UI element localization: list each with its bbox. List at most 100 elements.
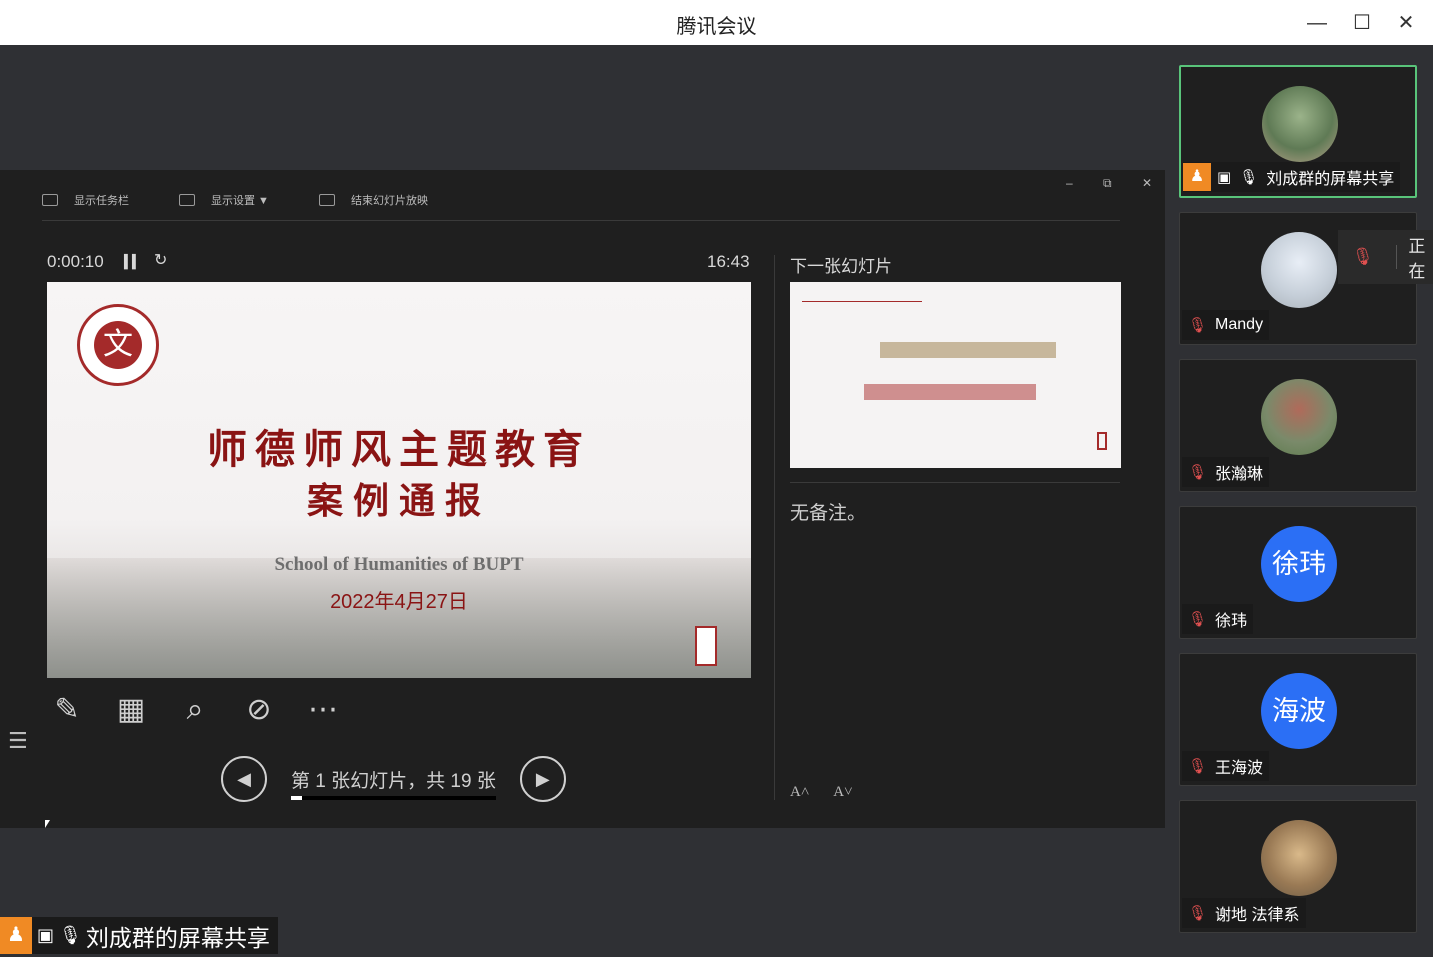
participant-name: 王海波 — [1215, 760, 1264, 777]
participant-tile[interactable]: 🎙 谢地 法律系 — [1179, 800, 1417, 933]
next-slide-banner-2 — [864, 384, 1036, 400]
list-icon[interactable]: ☰ — [8, 728, 28, 754]
zoom-icon[interactable]: ⌕ — [175, 690, 215, 730]
seal-emblem: 文 — [94, 321, 142, 369]
participant-name: 刘成群的屏幕共享 — [1266, 171, 1395, 188]
slide-progress-bar — [291, 795, 496, 800]
layout-icon[interactable]: ▦ — [111, 690, 151, 730]
participant-name-bar: ♟ ▣ 🎙 刘成群的屏幕共享 — [1183, 162, 1401, 192]
slide-counter-text: 第 1 张幻灯片，共 19 张 — [291, 770, 496, 792]
speaking-text: 正在 — [1408, 237, 1426, 281]
screen-share-label: ♟ ▣ 🎙 刘成群的屏幕共享 — [0, 917, 278, 954]
pause-icon[interactable]: ▍▍ — [124, 254, 142, 270]
close-button[interactable]: ✕ — [1391, 8, 1421, 38]
red-stamp — [695, 626, 717, 666]
participant-tile[interactable]: 徐玮 🎙 徐玮 — [1179, 506, 1417, 639]
slide-school-name: School of Humanities of BUPT — [274, 554, 524, 575]
minimize-button[interactable]: — — [1302, 8, 1332, 38]
participant-name: 徐玮 — [1215, 613, 1248, 630]
end-show-icon — [318, 194, 335, 206]
participant-name-bar: 🎙 Mandy — [1182, 310, 1270, 340]
next-slide-label: 下一张幻灯片 — [790, 257, 892, 276]
popup-divider — [1395, 245, 1397, 269]
window-title: 腾讯会议 — [676, 16, 757, 38]
taskbar-icon — [42, 194, 58, 206]
ppt-restore-icon[interactable]: ⧉ — [1103, 176, 1112, 191]
pen-icon[interactable]: ✎ — [47, 690, 87, 730]
presenter-toolbar: 显示任务栏 显示设置 ▼ 结束幻灯片放映 — [42, 188, 478, 212]
participant-name-bar: 🎙 徐玮 — [1182, 604, 1254, 634]
decrease-font-icon[interactable]: A˅ — [833, 784, 852, 800]
ppt-minimize-icon[interactable]: – — [1066, 176, 1073, 190]
slide-tools: ✎ ▦ ⌕ ⊘ ⋯ — [47, 690, 367, 730]
mic-icon: 🎙 — [1239, 169, 1259, 186]
avatar: 徐玮 — [1261, 526, 1337, 602]
mic-icon: 🎙 — [59, 925, 82, 945]
end-slideshow-button[interactable]: 结束幻灯片放映 — [318, 192, 428, 208]
notes-divider — [790, 482, 1120, 483]
participant-name-bar: 🎙 张瀚琳 — [1182, 457, 1270, 487]
participant-name: Mandy — [1215, 316, 1264, 333]
host-icon: ♟ — [0, 917, 32, 954]
end-slideshow-label: 结束幻灯片放映 — [350, 195, 428, 207]
shared-screen: 显示任务栏 显示设置 ▼ 结束幻灯片放映 – ⧉ ✕ 0:00:10 ▍▍ ↻ … — [0, 170, 1165, 828]
participant-tile[interactable]: ♟ ▣ 🎙 刘成群的屏幕共享 — [1179, 65, 1417, 198]
participant-panel: ♟ ▣ 🎙 刘成群的屏幕共享 🎙 Mandy 🎙 张瀚琳 徐玮 🎙 徐玮 海波 … — [1165, 45, 1433, 957]
mic-muted-icon[interactable]: 🎙 — [1352, 247, 1374, 267]
participant-name: 谢地 法律系 — [1215, 907, 1300, 924]
next-slide-stamp — [1097, 432, 1107, 450]
show-taskbar-button[interactable]: 显示任务栏 — [42, 192, 129, 208]
campus-building-image — [47, 558, 751, 678]
mouse-cursor-icon — [45, 820, 50, 828]
speaking-popup: 🎙 正在 — [1338, 230, 1433, 284]
increase-font-icon[interactable]: A˄ — [790, 784, 809, 800]
mic-muted-icon: 🎙 — [1188, 758, 1208, 775]
screen-share-icon: ▣ — [1217, 169, 1232, 186]
host-icon: ♟ — [1183, 163, 1211, 191]
participant-name-bar: 🎙 谢地 法律系 — [1182, 898, 1306, 928]
display-settings-button[interactable]: 显示设置 ▼ — [179, 192, 269, 208]
settings-icon — [179, 194, 195, 206]
slide-date: 2022年4月27日 — [330, 591, 468, 613]
next-slide-preview[interactable] — [790, 282, 1121, 468]
slide-navigation: ◀ 第 1 张幻灯片，共 19 张 ▶ — [221, 756, 566, 802]
screen-off-icon[interactable]: ⊘ — [239, 690, 279, 730]
screen-share-text: 刘成群的屏幕共享 — [85, 924, 270, 951]
mic-muted-icon: 🎙 — [1188, 905, 1208, 922]
avatar — [1261, 232, 1337, 308]
title-bar: 腾讯会议 — ☐ ✕ — [0, 0, 1433, 45]
ppt-close-icon[interactable]: ✕ — [1142, 176, 1152, 190]
restart-timer-icon[interactable]: ↻ — [154, 250, 167, 270]
maximize-button[interactable]: ☐ — [1347, 8, 1377, 38]
show-taskbar-label: 显示任务栏 — [74, 195, 129, 207]
mic-muted-icon: 🎙 — [1188, 317, 1208, 334]
slide-counter: 第 1 张幻灯片，共 19 张 — [291, 766, 496, 800]
avatar: 海波 — [1261, 673, 1337, 749]
participant-tile[interactable]: 🎙 张瀚琳 — [1179, 359, 1417, 492]
display-settings-label: 显示设置 ▼ — [211, 195, 269, 207]
previous-slide-button[interactable]: ◀ — [221, 756, 267, 802]
pane-divider — [774, 255, 775, 800]
speaker-notes: 无备注。 — [790, 503, 867, 524]
slide-headline-line1: 师德师风主题教育 — [207, 426, 591, 473]
next-slide-button[interactable]: ▶ — [519, 756, 566, 802]
participant-tile[interactable]: 海波 🎙 王海波 — [1179, 653, 1417, 786]
current-slide[interactable]: 文 师德师风主题教育 案例通报 School of Humanities of … — [47, 282, 751, 678]
slide-headline-line2: 案例通报 — [306, 480, 491, 522]
participant-name: 张瀚琳 — [1215, 466, 1264, 483]
mic-muted-icon: 🎙 — [1188, 611, 1208, 628]
slide-progress-fill — [291, 795, 302, 800]
notes-font-controls: A˄ A˅ — [790, 784, 877, 801]
school-seal-logo: 文 — [77, 304, 159, 386]
mic-muted-icon: 🎙 — [1188, 464, 1208, 481]
main-stage: 显示任务栏 显示设置 ▼ 结束幻灯片放映 – ⧉ ✕ 0:00:10 ▍▍ ↻ … — [0, 45, 1165, 957]
avatar — [1261, 379, 1337, 455]
participant-name-bar: 🎙 王海波 — [1182, 751, 1270, 781]
screen-share-icon: ▣ — [37, 925, 55, 945]
elapsed-timer: 0:00:10 — [47, 252, 104, 271]
current-time: 16:43 — [707, 252, 750, 271]
avatar — [1261, 820, 1337, 896]
avatar — [1262, 86, 1338, 162]
more-icon[interactable]: ⋯ — [303, 690, 343, 730]
next-slide-header — [802, 290, 922, 302]
